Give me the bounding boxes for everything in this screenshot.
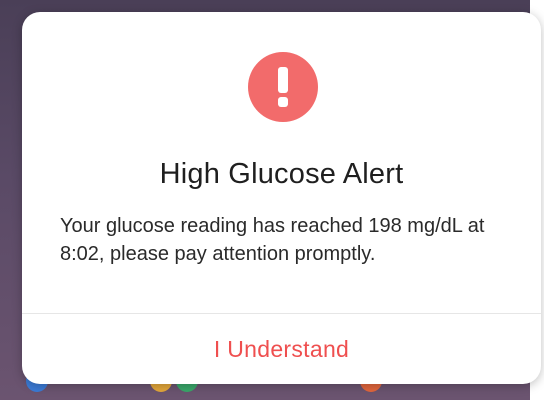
alert-dialog: High Glucose Alert Your glucose reading … [22,12,541,384]
dialog-message: Your glucose reading has reached 198 mg/… [60,215,485,265]
understand-button[interactable]: I Understand [22,314,541,384]
exclamation-icon [248,52,318,122]
dialog-title: High Glucose Alert [159,158,404,190]
